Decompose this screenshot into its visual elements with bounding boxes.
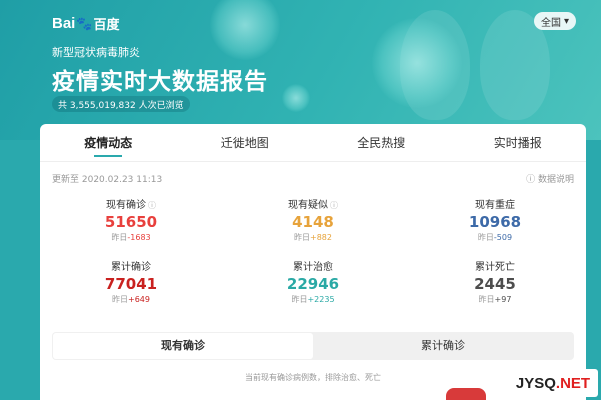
hero-banner: Bai 🐾 百度 全国 ▾ 新型冠状病毒肺炎 疫情实时大数据报告 共 3,555… — [0, 0, 601, 140]
stat-label: 现有确诊 ⓘ — [106, 200, 156, 211]
toggle-current-confirmed[interactable]: 现有确诊 — [53, 333, 313, 359]
stat-current-suspected: 现有疑似 ⓘ 4148 昨日+882 — [222, 196, 404, 258]
stat-current-severe: 现有重症 10968 昨日-509 — [404, 196, 586, 258]
virus-illustration — [282, 84, 310, 112]
info-icon[interactable]: ⓘ — [148, 201, 156, 210]
tab-live-broadcast[interactable]: 实时播报 — [450, 124, 587, 161]
paw-icon: 🐾 — [76, 15, 93, 31]
data-explain-link[interactable]: ⓘ 数据说明 — [526, 172, 574, 185]
stat-total-deaths: 累计死亡 2445 昨日+97 — [404, 258, 586, 320]
stat-delta: 昨日+882 — [294, 233, 332, 242]
virus-illustration — [372, 18, 462, 108]
page-subtitle: 新型冠状病毒肺炎 — [52, 46, 140, 59]
logo-text: Bai — [52, 15, 76, 32]
logo-text-cn: 百度 — [93, 17, 120, 32]
map-fragment — [446, 388, 486, 400]
stat-label: 累计治愈 — [293, 262, 333, 273]
watermark-text-red: .NET — [555, 374, 591, 392]
stat-total-confirmed: 累计确诊 77041 昨日+649 — [40, 258, 222, 320]
stat-label: 累计确诊 — [111, 262, 151, 273]
view-count: 共 3,555,019,832 人次已浏览 — [52, 96, 190, 112]
chart-mode-toggle: 现有确诊 累计确诊 — [52, 332, 574, 360]
stat-current-confirmed: 现有确诊 ⓘ 51650 昨日-1683 — [40, 196, 222, 258]
region-select[interactable]: 全国 ▾ — [534, 12, 576, 30]
tab-epidemic-trend[interactable]: 疫情动态 — [40, 124, 177, 161]
stats-grid: 现有确诊 ⓘ 51650 昨日-1683 现有疑似 ⓘ 4148 昨日+882 现有… — [40, 196, 586, 320]
page-title: 疫情实时大数据报告 — [52, 69, 268, 95]
stat-delta: 昨日-509 — [477, 233, 513, 242]
report-card: 疫情动态 迁徙地图 全民热搜 实时播报 更新至 2020.02.23 11:13… — [40, 124, 586, 400]
update-time: 更新至 2020.02.23 11:13 — [52, 175, 163, 185]
info-icon[interactable]: ⓘ — [330, 201, 338, 210]
stat-delta: 昨日+649 — [112, 295, 150, 304]
stat-delta: 昨日-1683 — [111, 233, 151, 242]
stat-delta: 昨日+2235 — [291, 295, 335, 304]
question-icon: ⓘ — [526, 175, 536, 185]
virus-illustration — [210, 0, 280, 60]
stat-label: 现有重症 — [475, 200, 515, 211]
stat-label: 累计死亡 — [475, 262, 515, 273]
data-explain-label: 数据说明 — [537, 175, 574, 185]
stat-value: 22946 — [286, 275, 340, 293]
tab-hot-search[interactable]: 全民热搜 — [313, 124, 450, 161]
toggle-total-confirmed[interactable]: 累计确诊 — [313, 333, 573, 359]
region-label: 全国 — [540, 17, 561, 29]
stat-delta: 昨日+97 — [478, 295, 512, 304]
stat-value: 10968 — [468, 213, 522, 231]
watermark-text: JYSQ — [515, 374, 556, 392]
stat-value: 77041 — [104, 275, 158, 293]
site-watermark: JYSQ .NET — [508, 369, 598, 397]
stat-label: 现有疑似 ⓘ — [288, 200, 338, 211]
chart-note: 当前现有确诊病例数，排除治愈、死亡 — [245, 373, 381, 382]
baidu-logo[interactable]: Bai 🐾 百度 — [52, 14, 120, 33]
stats-row: 现有确诊 ⓘ 51650 昨日-1683 现有疑似 ⓘ 4148 昨日+882 现有… — [40, 196, 586, 258]
tab-migration-map[interactable]: 迁徙地图 — [177, 124, 314, 161]
stat-total-cured: 累计治愈 22946 昨日+2235 — [222, 258, 404, 320]
chevron-down-icon: ▾ — [563, 15, 570, 27]
stats-row: 累计确诊 77041 昨日+649 累计治愈 22946 昨日+2235 累计死… — [40, 258, 586, 320]
stat-value: 4148 — [292, 213, 334, 231]
tab-bar: 疫情动态 迁徙地图 全民热搜 实时播报 — [40, 124, 586, 162]
stat-value: 51650 — [104, 213, 158, 231]
stat-value: 2445 — [474, 275, 516, 293]
